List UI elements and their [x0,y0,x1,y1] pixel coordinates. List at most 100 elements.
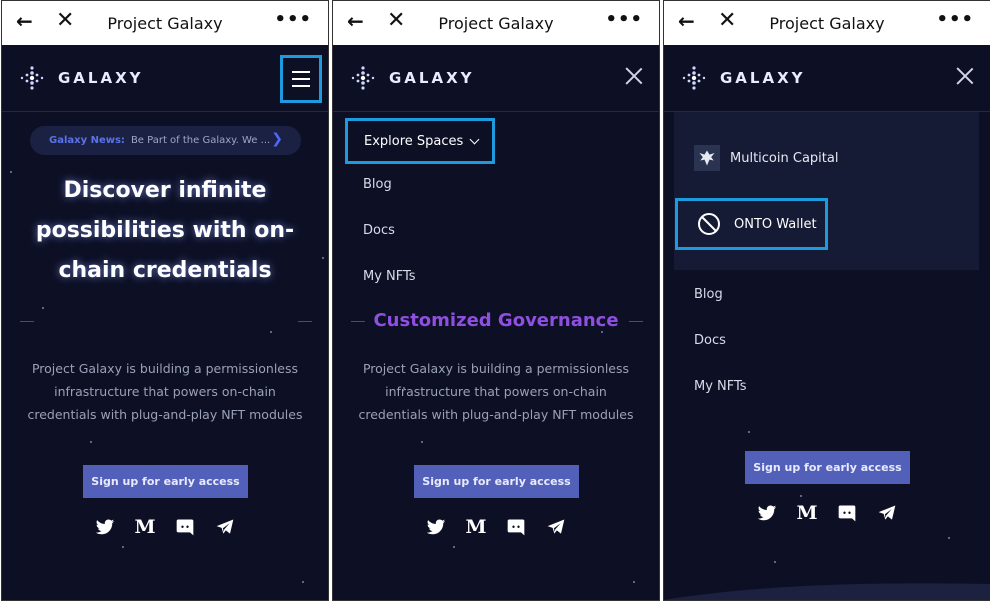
description: Project Galaxy is building a permissionl… [333,357,659,426]
discord-icon[interactable] [174,516,196,538]
news-text: Be Part of the Galaxy. We ... [130,135,271,146]
galaxy-logo[interactable]: GALAXY [18,64,144,92]
description-line: Project Galaxy is building a permissionl… [31,361,299,376]
menu-item-docs[interactable]: Docs [694,333,726,348]
window-title: Project Galaxy [769,13,885,33]
menu-item-docs[interactable]: Docs [363,223,395,238]
space-item-label: ONTO Wallet [734,216,817,232]
description-line: credentials with plug-and-play NFT modul… [358,407,634,422]
brand-name: GALAXY [389,69,475,87]
star [403,387,405,389]
menu-item-blog[interactable]: Blog [363,177,392,192]
header-divider [2,111,328,112]
discord-icon[interactable] [505,516,527,538]
galaxy-logo-icon [20,66,44,90]
hamburger-icon[interactable] [280,55,322,103]
decorative-wave [664,583,990,600]
back-arrow-icon[interactable]: ← [16,9,33,33]
more-icon[interactable]: ••• [274,11,312,29]
decorative-dash [298,321,312,322]
onto-logo-icon [698,213,720,235]
news-label: Galaxy News: [49,135,125,146]
title-bar: ← ✕ Project Galaxy ••• [664,1,990,45]
space-item-onto[interactable]: ONTO Wallet [675,198,828,250]
twitter-icon[interactable] [756,502,778,524]
star [10,171,12,173]
explore-spaces-label: Explore Spaces [364,133,464,149]
signup-button[interactable]: Sign up for early access [83,465,248,498]
description-line: Project Galaxy is building a permissionl… [362,361,630,376]
more-icon[interactable]: ••• [936,11,974,29]
description: Project Galaxy is building a permissionl… [2,357,328,426]
twitter-icon[interactable] [425,516,447,538]
space-item-multicoin[interactable]: Multicoin Capital [694,145,838,171]
star [270,331,272,333]
star [90,441,92,443]
galaxy-logo[interactable]: GALAXY [349,64,475,92]
close-icon[interactable]: ✕ [718,8,736,34]
signup-button[interactable]: Sign up for early access [745,451,910,484]
telegram-icon[interactable] [214,516,236,538]
screen-menu-open: ← ✕ Project Galaxy ••• GALAXY Explore Sp… [332,0,660,601]
description-line: infrastructure that powers on-chain [385,384,607,399]
menu-item-my-nfts[interactable]: My NFTs [363,269,416,284]
window-title: Project Galaxy [107,13,223,33]
menu-item-blog[interactable]: Blog [694,287,723,302]
window-title: Project Galaxy [438,13,554,33]
telegram-icon[interactable] [876,502,898,524]
star [122,546,124,548]
star [302,581,304,583]
hero-line: chain credentials [58,258,272,283]
app-header: GALAXY [333,45,659,111]
menu-item-my-nfts[interactable]: My NFTs [694,379,747,394]
star [42,307,44,309]
galaxy-logo[interactable]: GALAXY [680,64,806,92]
chevron-down-icon [469,134,480,144]
description-line: credentials with plug-and-play NFT modul… [27,407,303,422]
brand-name: GALAXY [58,69,144,87]
social-links: M [333,516,659,538]
app-header: GALAXY [2,45,328,111]
social-links: M [2,516,328,538]
explore-spaces-button[interactable]: Explore Spaces [345,118,495,164]
close-icon[interactable]: ✕ [387,8,405,34]
medium-icon[interactable]: M [134,516,156,538]
star [453,546,455,548]
description-line: infrastructure that powers on-chain [54,384,276,399]
star [748,431,750,433]
back-arrow-icon[interactable]: ← [678,9,695,33]
social-links: M [664,502,990,524]
star [774,561,776,563]
header-divider [333,111,659,112]
discord-icon[interactable] [836,502,858,524]
screen-home: ← ✕ Project Galaxy ••• GALAXY Galaxy New… [1,0,329,601]
chevron-right-icon[interactable]: ❯ [271,131,283,147]
back-arrow-icon[interactable]: ← [347,9,364,33]
medium-icon[interactable]: M [465,516,487,538]
star [800,495,802,497]
decorative-dash [20,321,34,322]
close-menu-icon[interactable] [956,67,974,85]
galaxy-logo-icon [351,66,375,90]
galaxy-logo-icon [682,66,706,90]
hero-line: possibilities with on- [35,218,295,243]
star [601,331,603,333]
title-bar: ← ✕ Project Galaxy ••• [2,1,328,45]
twitter-icon[interactable] [94,516,116,538]
news-banner[interactable]: Galaxy News: Be Part of the Galaxy. We .… [30,126,301,155]
more-icon[interactable]: ••• [605,11,643,29]
governance-heading: Customized Governance [373,310,619,331]
multicoin-logo-icon [694,145,720,171]
app-header: GALAXY [664,45,990,111]
space-item-label: Multicoin Capital [730,150,839,166]
star [322,257,324,259]
telegram-icon[interactable] [545,516,567,538]
close-icon[interactable]: ✕ [56,8,74,34]
close-menu-icon[interactable] [625,67,643,85]
hero-line: Discover infinite [63,178,267,203]
signup-button[interactable]: Sign up for early access [414,465,579,498]
title-bar: ← ✕ Project Galaxy ••• [333,1,659,45]
brand-name: GALAXY [720,69,806,87]
hero-heading: Discover infinite possibilities with on-… [2,171,328,291]
medium-icon[interactable]: M [796,502,818,524]
